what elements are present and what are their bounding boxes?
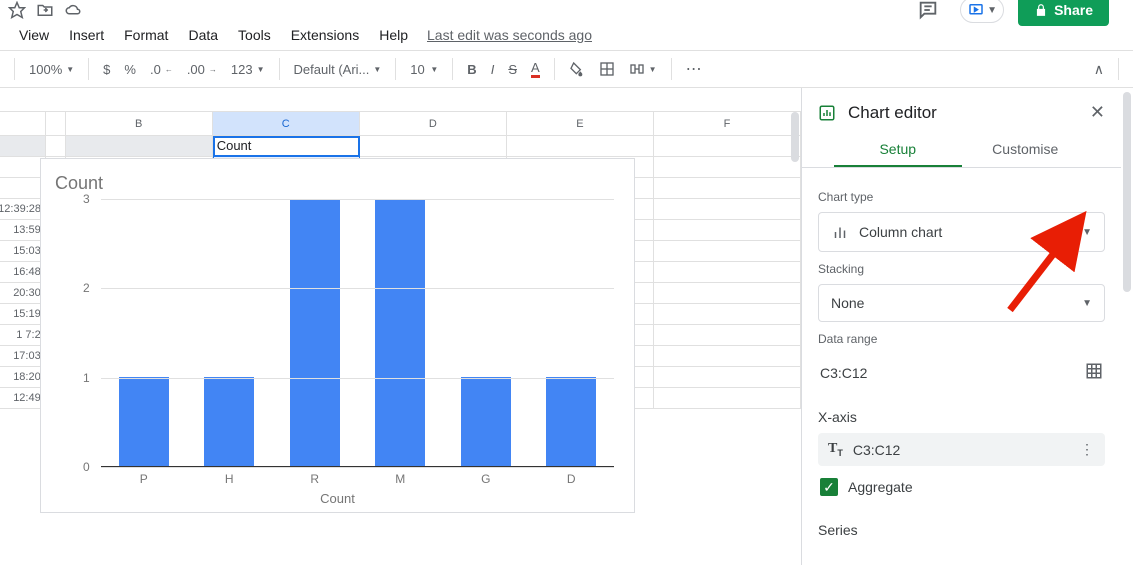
chart-x-title: Count bbox=[41, 491, 634, 506]
row-header[interactable]: 12:49 bbox=[0, 388, 46, 409]
currency-icon[interactable]: $ bbox=[97, 58, 116, 81]
data-range-value[interactable]: C3:C12 bbox=[820, 365, 867, 381]
row-header[interactable]: 1 7:2 bbox=[0, 325, 46, 346]
strikethrough-icon[interactable]: S bbox=[502, 58, 523, 81]
font-size-select[interactable]: 10▼ bbox=[404, 58, 444, 81]
menu-insert[interactable]: Insert bbox=[60, 23, 113, 47]
embedded-chart[interactable]: Count PHRMGD 0123 Count bbox=[40, 158, 635, 513]
menu-format[interactable]: Format bbox=[115, 23, 177, 47]
row-header[interactable]: 18:20 bbox=[0, 367, 46, 388]
zoom-select[interactable]: 100%▼ bbox=[23, 58, 80, 81]
x-tick-label: P bbox=[140, 472, 148, 486]
caret-icon: ▼ bbox=[1082, 298, 1092, 309]
row-header[interactable]: 15:03 bbox=[0, 241, 46, 262]
menu-data[interactable]: Data bbox=[179, 23, 227, 47]
chart-editor-panel: Chart editor ✕ Setup Customise Chart typ… bbox=[801, 88, 1121, 565]
stacking-select[interactable]: None ▼ bbox=[818, 284, 1105, 322]
cloud-status-icon[interactable] bbox=[64, 1, 82, 19]
text-icon: TT bbox=[828, 441, 843, 458]
row-header[interactable]: 20:30 bbox=[0, 283, 46, 304]
x-tick-label: R bbox=[310, 472, 319, 486]
data-range-label: Data range bbox=[818, 332, 1105, 346]
percent-icon[interactable]: % bbox=[118, 58, 142, 81]
chart-title: Count bbox=[55, 173, 103, 194]
number-format-select[interactable]: 123▼ bbox=[225, 58, 271, 81]
bar[interactable] bbox=[461, 377, 511, 466]
row-header[interactable]: 13:59 bbox=[0, 220, 46, 241]
menu-help[interactable]: Help bbox=[370, 23, 417, 47]
merge-cells-icon[interactable]: ▼ bbox=[623, 57, 663, 81]
aggregate-label: Aggregate bbox=[848, 479, 913, 495]
column-chart-icon bbox=[831, 223, 849, 241]
x-tick-label: G bbox=[481, 472, 490, 486]
bar[interactable] bbox=[290, 199, 340, 466]
xaxis-range-pill[interactable]: TT C3:C12 ⋮ bbox=[818, 433, 1105, 466]
bar[interactable] bbox=[375, 199, 425, 466]
caret-icon: ▼ bbox=[1082, 227, 1092, 238]
last-edit-link[interactable]: Last edit was seconds ago bbox=[427, 27, 592, 43]
decrease-decimal-icon[interactable]: .0← bbox=[144, 58, 179, 81]
bar[interactable] bbox=[546, 377, 596, 466]
stacking-label: Stacking bbox=[818, 262, 1105, 276]
italic-icon[interactable]: I bbox=[485, 58, 501, 81]
cell-b-header[interactable] bbox=[66, 136, 213, 157]
increase-decimal-icon[interactable]: .00→ bbox=[181, 58, 223, 81]
close-icon[interactable]: ✕ bbox=[1090, 102, 1105, 123]
bar[interactable] bbox=[204, 377, 254, 466]
collapse-toolbar-icon[interactable]: ∧ bbox=[1088, 57, 1110, 82]
tab-setup[interactable]: Setup bbox=[834, 133, 962, 167]
column-headers[interactable]: B C D E F bbox=[0, 112, 801, 136]
tab-customise[interactable]: Customise bbox=[962, 133, 1090, 167]
bar[interactable] bbox=[119, 377, 169, 466]
series-label: Series bbox=[818, 522, 1105, 538]
x-tick-label: D bbox=[567, 472, 576, 486]
row-header[interactable]: 15:19 bbox=[0, 304, 46, 325]
share-label: Share bbox=[1054, 2, 1093, 18]
xaxis-label: X-axis bbox=[818, 409, 1105, 425]
chart-type-select[interactable]: Column chart ▼ bbox=[818, 212, 1105, 252]
font-select[interactable]: Default (Ari...▼ bbox=[288, 58, 388, 81]
bold-icon[interactable]: B bbox=[461, 58, 482, 81]
menu-view[interactable]: View bbox=[10, 23, 58, 47]
x-tick-label: H bbox=[225, 472, 234, 486]
chart-editor-title: Chart editor bbox=[848, 103, 937, 123]
more-tools-icon[interactable]: ⋯ bbox=[680, 55, 710, 83]
comment-history-icon[interactable] bbox=[910, 0, 946, 28]
fill-color-icon[interactable] bbox=[563, 57, 591, 81]
share-button[interactable]: Share bbox=[1018, 0, 1109, 26]
menu-extensions[interactable]: Extensions bbox=[282, 23, 368, 47]
x-tick-label: M bbox=[395, 472, 405, 486]
row-header[interactable]: 17:03 bbox=[0, 346, 46, 367]
text-color-icon[interactable]: A bbox=[525, 56, 546, 82]
menu-tools[interactable]: Tools bbox=[229, 23, 280, 47]
chart-type-label: Chart type bbox=[818, 190, 1105, 204]
aggregate-checkbox[interactable]: ✓ bbox=[820, 478, 838, 496]
cell-c-header[interactable]: Count bbox=[213, 136, 360, 157]
present-button[interactable]: ▼ bbox=[960, 0, 1004, 23]
select-range-icon[interactable] bbox=[1085, 362, 1103, 383]
move-folder-icon[interactable] bbox=[36, 1, 54, 19]
vertical-scrollbar[interactable] bbox=[789, 112, 801, 565]
star-icon[interactable] bbox=[8, 1, 26, 19]
borders-icon[interactable] bbox=[593, 57, 621, 81]
panel-scrollbar[interactable] bbox=[1121, 88, 1133, 565]
row-header[interactable]: 16:48 bbox=[0, 262, 46, 283]
chart-editor-icon bbox=[818, 104, 836, 122]
more-icon[interactable]: ⋮ bbox=[1080, 441, 1095, 458]
